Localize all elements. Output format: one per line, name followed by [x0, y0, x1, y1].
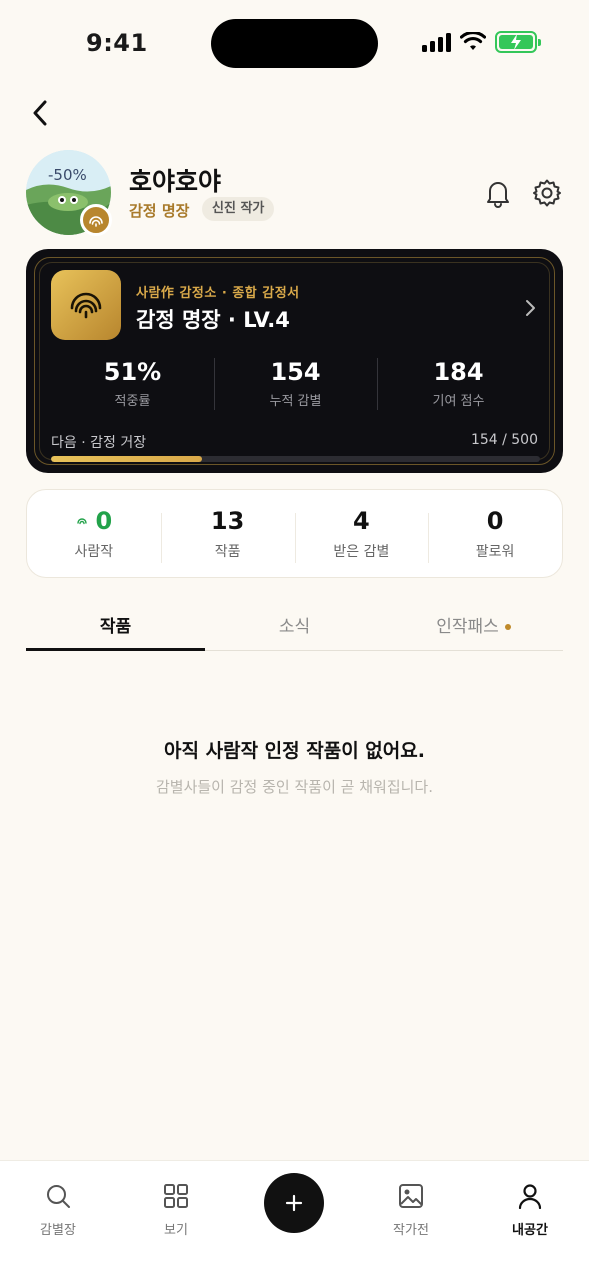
plus-icon	[285, 1194, 303, 1212]
gear-icon	[533, 179, 561, 207]
stat-label: 작품	[214, 543, 241, 560]
progress-count: 154 / 500	[470, 432, 538, 448]
profile-header: -50% 호야호야 감정 명장 신진 작가	[26, 150, 563, 240]
fingerprint-badge-icon	[80, 204, 112, 236]
human-made-stat[interactable]: 0 사람작	[27, 507, 161, 561]
cellular-signal-icon	[422, 32, 451, 52]
nav-my-space[interactable]: 내공간	[490, 1183, 570, 1238]
stats-card: 0 사람작 13 작품 4 받은 감별 0 팔로워	[26, 489, 563, 578]
grid-icon	[164, 1184, 188, 1208]
empty-state-title: 아직 사람작 인정 작품이 없어요.	[164, 740, 425, 762]
tab-label: 작품	[99, 617, 132, 637]
wifi-icon	[460, 32, 486, 50]
settings-button[interactable]	[532, 178, 562, 208]
empty-state-description: 감별사들이 감정 중인 작품이 곧 채워집니다.	[155, 778, 433, 796]
nav-browse[interactable]: 보기	[136, 1183, 216, 1238]
status-icons	[422, 31, 541, 53]
level-progress-fill	[51, 456, 202, 462]
nav-label: 감별장	[40, 1223, 76, 1238]
bell-icon	[487, 182, 509, 208]
accuracy-stat: 51% 적중률	[51, 354, 214, 414]
battery-icon	[495, 31, 541, 53]
stat-label: 받은 감별	[333, 543, 390, 560]
avatar-overlay-text: -50%	[48, 166, 87, 184]
next-level-label: 다음 · 감정 거장	[51, 435, 147, 451]
stat-label: 기여 점수	[432, 394, 485, 409]
fingerprint-icon	[51, 270, 121, 340]
search-icon	[47, 1185, 70, 1208]
back-button[interactable]	[26, 96, 54, 130]
status-bar: 9:41	[0, 0, 589, 90]
followers-stat[interactable]: 0 팔로워	[428, 506, 562, 563]
chevron-right-icon[interactable]	[520, 296, 540, 320]
tab-label: 소식	[278, 617, 311, 637]
stat-value: 51%	[103, 358, 162, 386]
nickname: 호야호야	[129, 167, 222, 196]
new-indicator-dot	[504, 624, 511, 630]
stat-value: 0	[95, 506, 113, 535]
stat-value: 4	[353, 506, 370, 535]
tab-news[interactable]: 소식	[205, 598, 384, 650]
level-stats: 51% 적중률 154 누적 감별 184 기여 점수	[51, 354, 540, 414]
profile-tabs: 작품 소식 인작패스	[26, 598, 563, 651]
contribution-stat: 184 기여 점수	[377, 354, 540, 414]
bottom-navigation: 감별장 보기 작가전 내공간	[0, 1160, 589, 1280]
image-icon	[399, 1184, 423, 1208]
nav-gallery[interactable]: 작가전	[371, 1183, 451, 1238]
create-button[interactable]	[264, 1173, 324, 1233]
stat-label: 적중률	[114, 394, 151, 409]
tab-label: 인작패스	[436, 617, 499, 637]
stat-label: 누적 감별	[269, 394, 322, 409]
status-time: 9:41	[86, 29, 148, 57]
level-card[interactable]: 사람作 감정소 · 종합 감정서 감정 명장 · LV.4 51% 적중률 15…	[26, 249, 563, 473]
tab-pass[interactable]: 인작패스	[384, 598, 563, 650]
works-stat[interactable]: 13 작품	[160, 506, 295, 563]
rookie-badge: 신진 작가	[202, 197, 275, 221]
stat-value: 154	[270, 358, 321, 386]
level-progress-bar	[51, 456, 540, 462]
nav-label: 작가전	[393, 1223, 429, 1238]
nav-label: 보기	[164, 1223, 188, 1238]
dynamic-island	[211, 19, 378, 68]
fingerprint-icon	[76, 517, 87, 524]
user-icon	[518, 1184, 542, 1210]
tier-label: 감정 명장	[129, 202, 190, 220]
stat-label: 사람작	[74, 543, 114, 560]
tab-works[interactable]: 작품	[26, 598, 205, 651]
nav-label: 내공간	[512, 1223, 548, 1238]
received-appraisals-stat[interactable]: 4 받은 감별	[294, 506, 429, 563]
level-card-subtitle: 사람作 감정소 · 종합 감정서	[136, 286, 300, 301]
level-card-title: 감정 명장 · LV.4	[136, 308, 290, 332]
stat-value: 184	[433, 358, 484, 386]
notification-button[interactable]	[484, 178, 512, 208]
stat-value: 0	[486, 506, 504, 535]
stat-label: 팔로워	[475, 543, 515, 560]
total-appraisals-stat: 154 누적 감별	[214, 354, 377, 414]
nav-appraisal[interactable]: 감별장	[18, 1183, 98, 1238]
stat-value: 13	[210, 506, 245, 535]
chevron-left-icon	[33, 100, 47, 126]
